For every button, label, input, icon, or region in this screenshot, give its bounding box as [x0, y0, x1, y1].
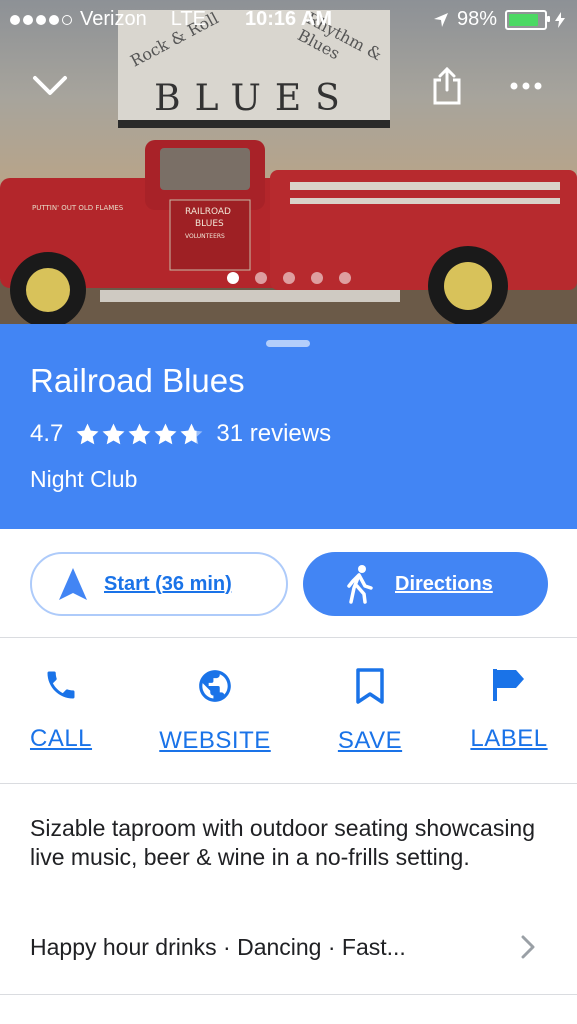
photo-pager[interactable]	[0, 272, 577, 284]
label-label: LABEL	[470, 725, 548, 752]
call-label: CALL	[29, 725, 93, 752]
truck-text-2: BLUES	[195, 219, 224, 229]
more-options-button[interactable]	[502, 62, 550, 110]
navigation-actions: Start (36 min) Directions	[0, 529, 577, 638]
truck-side-text: PUTTIN' OUT OLD FLAMES	[32, 204, 124, 212]
phone-icon	[47, 671, 75, 699]
bookmark-icon	[356, 668, 384, 704]
chevron-down-icon	[33, 76, 67, 95]
star-icon	[154, 423, 177, 444]
photo-pager-dot[interactable]	[338, 272, 351, 284]
star-rating	[75, 422, 204, 447]
rating-row[interactable]: 4.7 31 reviews	[30, 420, 331, 448]
photo-pager-dot[interactable]	[282, 272, 295, 284]
charging-icon	[555, 11, 565, 28]
label-button[interactable]: LABEL	[470, 667, 548, 753]
photo-pager-dot[interactable]	[226, 272, 239, 284]
truck-text-1: RAILROAD	[185, 207, 231, 217]
place-description: Sizable taproom with outdoor seating sho…	[30, 815, 536, 870]
review-count[interactable]: 31 reviews	[216, 420, 331, 448]
start-label: Start (36 min)	[104, 572, 232, 595]
rating-value: 4.7	[30, 420, 64, 447]
photo-pager-dot[interactable]	[254, 272, 267, 284]
save-button[interactable]: SAVE	[338, 667, 402, 755]
about-section[interactable]: Sizable taproom with outdoor seating sho…	[0, 784, 577, 995]
place-category: Night Club	[30, 466, 138, 492]
directions-button[interactable]: Directions	[303, 552, 548, 616]
drag-handle[interactable]	[266, 340, 310, 347]
star-icon	[76, 423, 99, 444]
star-icon	[180, 423, 203, 444]
call-button[interactable]: CALL	[30, 667, 92, 753]
website-button[interactable]: WEBSITE	[159, 667, 271, 755]
share-button[interactable]	[423, 62, 471, 110]
battery-icon	[505, 9, 550, 30]
status-bar: Verizon LTE 10:16 AM 98%	[0, 0, 577, 38]
location-arrow-icon	[433, 12, 448, 27]
share-icon	[433, 66, 461, 105]
star-icon	[128, 423, 151, 444]
collapse-button[interactable]	[26, 62, 74, 110]
directions-label: Directions	[395, 572, 493, 595]
place-highlights: Happy hour drinks · Dancing · Fast...	[30, 934, 406, 960]
globe-icon	[199, 670, 231, 702]
truck-text-3: VOLUNTEERS	[185, 233, 225, 240]
star-icon	[102, 423, 125, 444]
fire-truck-image: PUTTIN' OUT OLD FLAMES RAILROAD BLUES VO…	[0, 140, 577, 324]
walking-icon	[347, 565, 373, 604]
more-icon	[510, 82, 542, 90]
sign-main-text: BLUES	[154, 78, 354, 119]
place-header[interactable]: Railroad Blues 4.7 31 reviews Night Club	[0, 324, 577, 529]
place-photo[interactable]: Rock & Roll Rhythm & Blues BLUES PUTTIN'…	[0, 0, 577, 324]
battery-percent: 98%	[456, 8, 497, 30]
photo-pager-dot[interactable]	[310, 272, 323, 284]
quick-actions: CALL WEBSITE SAVE LABEL	[0, 637, 577, 784]
save-label: SAVE	[337, 727, 403, 754]
place-name: Railroad Blues	[30, 362, 245, 399]
chevron-right-icon	[521, 935, 535, 959]
website-label: WEBSITE	[159, 727, 271, 754]
start-navigation-button[interactable]: Start (36 min)	[30, 552, 288, 616]
navigation-arrow-icon	[59, 568, 87, 600]
flag-icon	[493, 669, 524, 701]
